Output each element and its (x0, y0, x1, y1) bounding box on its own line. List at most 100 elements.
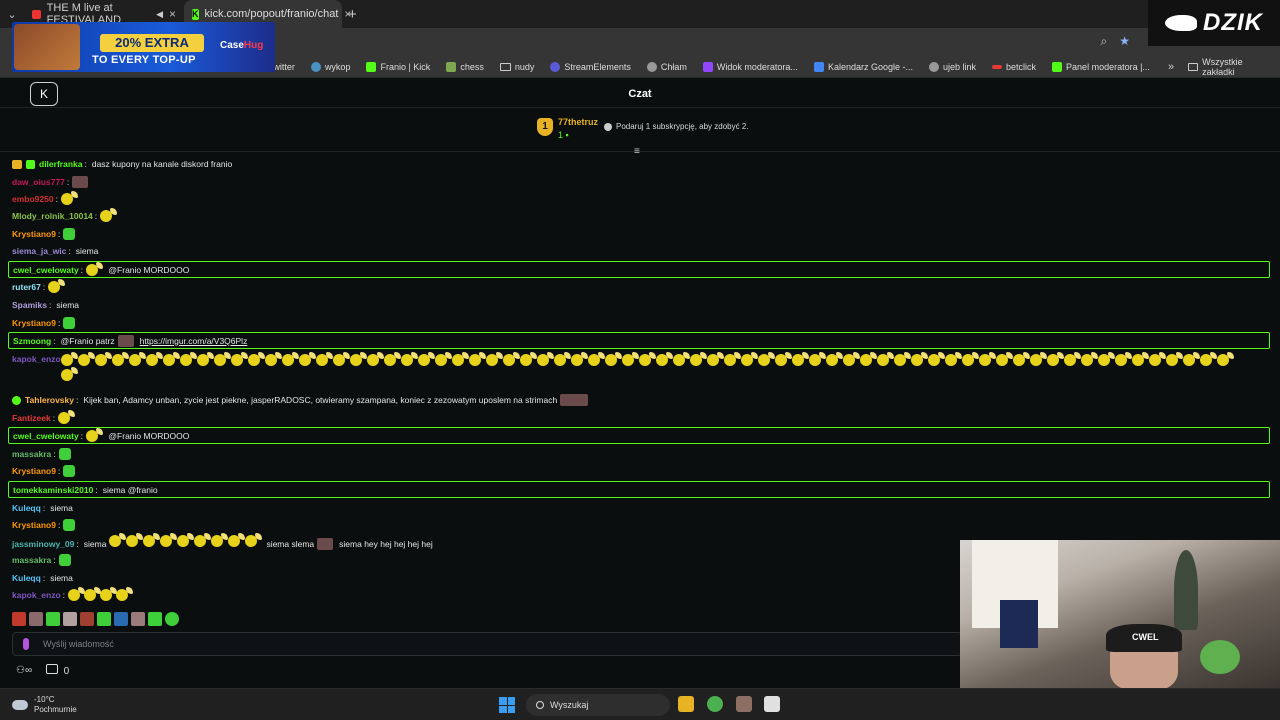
microphone-icon[interactable] (23, 638, 29, 650)
windows-start-icon[interactable] (499, 697, 515, 713)
chat-text: @Franio patrz (60, 335, 115, 346)
chat-username[interactable]: Fantizeek (12, 410, 51, 426)
chat-link[interactable]: https://imgur.com/a/V3Q6Plz (140, 333, 248, 349)
bookmark-star-icon[interactable]: ★ (1119, 34, 1130, 49)
chat-footer: ⚇∞ 0 (16, 664, 69, 677)
chat-username[interactable]: Tahlerovsky (25, 392, 74, 408)
bookmark-nudy[interactable]: nudy (492, 62, 543, 72)
emote-icon[interactable] (165, 612, 179, 626)
chat-username[interactable]: Spamiks (12, 297, 47, 313)
chat-username[interactable]: cwel_cwelowaty (13, 262, 79, 278)
speaker-icon[interactable]: ◀ (156, 9, 163, 20)
chat-username[interactable]: cwel_cwelowaty (13, 428, 79, 444)
chat-username[interactable]: massakra (12, 446, 51, 462)
chat-text: siema (83, 538, 107, 549)
waving-emote-icon (554, 352, 571, 366)
waving-emote-icon (146, 352, 163, 366)
waving-emote-icon (86, 427, 104, 442)
emote-icon[interactable] (29, 612, 43, 626)
points-value: 0 (63, 666, 70, 677)
bookmark-label: betclick (1006, 61, 1037, 72)
emote-icon[interactable] (97, 612, 111, 626)
chat-username[interactable]: ruter67 (12, 279, 41, 295)
emote-icon[interactable] (12, 612, 26, 626)
waving-emote-icon (84, 587, 102, 601)
chrome-icon[interactable] (707, 696, 723, 712)
casehug-ad-banner[interactable]: 20% EXTRA TO EVERY TOP-UP CaseHug (12, 22, 275, 72)
taskbar-search[interactable]: Wyszukaj (526, 694, 670, 716)
new-tab-icon[interactable]: + (348, 6, 357, 23)
all-bookmarks-button[interactable]: Wszystkie zakładki (1184, 57, 1280, 77)
emote-icon (560, 394, 589, 406)
chat-username[interactable]: jassminowy_09 (12, 536, 74, 552)
bookmark-panel-moderatora[interactable]: Panel moderatora |... (1044, 61, 1158, 72)
bookmark-franio-kick[interactable]: Franio | Kick (358, 61, 438, 72)
weather-widget[interactable]: -10°C Pochmurnie (12, 695, 77, 715)
waving-emote-icon (639, 352, 656, 366)
weather-condition: Pochmurnie (34, 705, 77, 714)
chat-username[interactable]: siema_ja_wic (12, 243, 66, 259)
settings-users-icon[interactable]: ⚇∞ (16, 665, 32, 676)
dzik-logo: DZIK (1148, 0, 1280, 46)
emote-icon[interactable] (63, 612, 77, 626)
bookmark-kalendarz[interactable]: Kalendarz Google -... (806, 61, 921, 72)
waving-emote-icon (60, 191, 78, 205)
waving-emote-icon (503, 352, 520, 366)
bookmark-streamelements[interactable]: StreamElements (542, 61, 639, 72)
waving-emote-icon (1217, 352, 1234, 366)
chat-message-mention: cwel_cwelowaty: @Franio MORDOOO (8, 427, 1270, 444)
chat-username[interactable]: daw_oius777 (12, 174, 65, 190)
bookmark-chlam[interactable]: Chłam (639, 61, 695, 72)
waving-emote-icon (1166, 352, 1183, 366)
chat-username[interactable]: Krystiano9 (12, 226, 56, 242)
chess-icon (446, 61, 457, 72)
chat-message: Krystiano9: (8, 226, 1270, 242)
zoom-icon[interactable]: ⌕ (1101, 34, 1108, 49)
chat-message-mention: Szmoong: @Franio patrz https://imgur.com/… (8, 332, 1270, 349)
emote-icon[interactable] (46, 612, 60, 626)
emote-icon[interactable] (80, 612, 94, 626)
crown-badge-icon (12, 159, 22, 169)
chat-username[interactable]: dilerfranka (39, 156, 82, 172)
close-tab-icon[interactable]: × (169, 7, 176, 21)
chat-username[interactable]: Kuleqq (12, 500, 41, 516)
chat-header: K Czat (0, 80, 1280, 108)
chat-username[interactable]: Krystiano9 (12, 463, 56, 479)
chat-username[interactable]: Krystiano9 (12, 315, 56, 331)
emote-spam (8, 352, 1248, 384)
waving-emote-icon (894, 352, 911, 366)
waving-emote-icon (1200, 352, 1217, 366)
waving-emote-icon (126, 533, 144, 547)
bookmark-widok-moderatora[interactable]: Widok moderatora... (695, 61, 806, 72)
emote-icon[interactable] (114, 612, 128, 626)
bookmark-chess[interactable]: chess (438, 61, 492, 72)
bookmark-wykop[interactable]: wykop (303, 61, 359, 72)
chat-username[interactable]: Szmoong (13, 333, 51, 349)
gift-sub-prompt[interactable]: Podaruj 1 subskrypcję, aby zdobyć 2. (604, 122, 749, 131)
chat-username[interactable]: Mlody_rolnik_10014 (12, 208, 93, 224)
chat-username[interactable]: massakra (12, 552, 51, 568)
bookmark-label: chess (460, 61, 484, 72)
top-gifter-name[interactable]: 77thetruz (558, 117, 598, 127)
bookmark-ujeb-link[interactable]: ujeb link (921, 61, 984, 72)
bookmark-betclick[interactable]: betclick (984, 62, 1044, 72)
waving-emote-icon (520, 352, 537, 366)
chat-username[interactable]: embo9250 (12, 191, 54, 207)
chat-message-mention: tomekkaminski2010: siema @franio (8, 481, 1270, 498)
chat-input[interactable]: Wyślij wiadomość (12, 632, 962, 656)
chat-username[interactable]: tomekkaminski2010 (13, 482, 93, 498)
emote-icon[interactable] (148, 612, 162, 626)
app-icon[interactable] (736, 696, 752, 712)
chat-text: siema (75, 246, 99, 256)
chat-username[interactable]: Kuleqq (12, 570, 41, 586)
app-icon[interactable] (764, 696, 780, 712)
treasure-chest-image (14, 24, 80, 70)
points-widget[interactable]: 0 (46, 664, 69, 677)
emote-icon[interactable] (131, 612, 145, 626)
file-explorer-icon[interactable] (678, 696, 694, 712)
store-icon (46, 664, 59, 674)
chat-username[interactable]: kapok_enzo (12, 587, 61, 603)
tab-list-chevron-icon[interactable]: ⌄ (0, 8, 24, 21)
chat-username[interactable]: Krystiano9 (12, 517, 56, 533)
more-bookmarks-chevron-icon[interactable]: » (1158, 61, 1184, 73)
